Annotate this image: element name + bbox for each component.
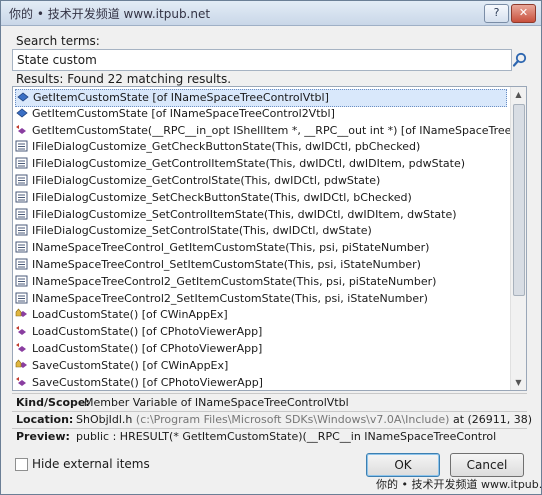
macro-icon xyxy=(15,224,29,236)
result-row[interactable]: LoadCustomState() [of CPhotoViewerApp] xyxy=(15,324,505,340)
kind-value: Member Variable of INameSpaceTreeControl… xyxy=(84,396,349,409)
result-label: IFileDialogCustomize_GetControlState(Thi… xyxy=(32,174,381,187)
protected-method-icon xyxy=(15,308,29,320)
result-row[interactable]: GetItemCustomState [of INameSpaceTreeCon… xyxy=(15,106,505,122)
method-icon xyxy=(15,342,29,354)
macro-icon xyxy=(15,241,29,253)
results-scrollbar[interactable]: ▲ ▼ xyxy=(510,87,526,390)
result-label: INameSpaceTreeControl_GetItemCustomState… xyxy=(32,241,430,255)
result-label: IFileDialogCustomize_SetControlItemState… xyxy=(32,207,457,221)
result-label: GetItemCustomState [of INameSpaceTreeCon… xyxy=(33,91,329,104)
result-label: INameSpaceTreeControl_SetItemCustomState… xyxy=(32,258,421,271)
result-label: IFileDialogCustomize_GetCheckButtonState… xyxy=(32,140,421,154)
location-path: (c:\Program Files\Microsoft SDKs\Windows… xyxy=(135,413,450,426)
result-label: SaveCustomState() [of CPhotoViewerApp] xyxy=(32,375,263,389)
find-symbol-dialog: 你的 • 技术开发频道 www.itpub.net ? ✕ Search ter… xyxy=(0,0,542,495)
result-row[interactable]: SaveCustomState() [of CWinAppEx] xyxy=(15,358,505,374)
macro-icon xyxy=(15,292,29,304)
hide-external-label[interactable]: Hide external items xyxy=(32,457,150,471)
result-row[interactable]: INameSpaceTreeControl_SetItemCustomState… xyxy=(15,257,505,273)
result-row[interactable]: LoadCustomState() [of CPhotoViewerApp] xyxy=(15,341,505,357)
result-row[interactable]: IFileDialogCustomize_SetControlState(Thi… xyxy=(15,223,505,239)
preview-label: Preview: xyxy=(16,430,70,443)
result-row[interactable]: IFileDialogCustomize_GetCheckButtonState… xyxy=(15,139,505,155)
scroll-up-arrow[interactable]: ▲ xyxy=(511,87,526,102)
result-label: IFileDialogCustomize_GetControlItemState… xyxy=(32,157,466,171)
title-watermark: 你的 • 技术开发频道 www.itpub.net xyxy=(9,7,211,21)
watermark-text: 你的 • 技术开发频道 www.itpub.net xyxy=(376,478,542,491)
cancel-button[interactable]: Cancel xyxy=(450,453,524,477)
macro-icon xyxy=(15,140,29,152)
location-label: Location: xyxy=(16,413,74,426)
result-label: IFileDialogCustomize_SetControlState(Thi… xyxy=(32,224,372,238)
macro-icon xyxy=(15,208,29,220)
method-icon xyxy=(15,124,29,136)
result-label: LoadCustomState() [of CWinAppEx] xyxy=(32,308,228,322)
result-row[interactable]: LoadCustomState() [of CWinAppEx] xyxy=(15,307,505,323)
scrollbar-thumb[interactable] xyxy=(513,104,525,296)
result-label: SaveCustomState() [of CWinAppEx] xyxy=(32,358,229,372)
hide-external-checkbox[interactable] xyxy=(15,458,28,471)
result-row[interactable]: IFileDialogCustomize_SetCheckButtonState… xyxy=(15,190,505,206)
result-label: GetItemCustomState [of INameSpaceTreeCon… xyxy=(32,106,335,120)
result-row[interactable]: IFileDialogCustomize_GetControlState(Thi… xyxy=(15,173,505,189)
macro-icon xyxy=(15,258,29,270)
scroll-down-arrow[interactable]: ▼ xyxy=(511,375,526,390)
result-row[interactable]: INameSpaceTreeControl2_SetItemCustomStat… xyxy=(15,291,505,307)
macro-icon xyxy=(15,157,29,169)
result-label: LoadCustomState() [of CPhotoViewerApp] xyxy=(32,325,263,339)
search-terms-label: Search terms: xyxy=(16,34,100,48)
result-label: INameSpaceTreeControl2_GetItemCustomStat… xyxy=(32,274,437,288)
macro-icon xyxy=(15,191,29,203)
results-list[interactable]: SaveCustomState() [of CPhotoViewerApp] Sa… xyxy=(12,86,527,391)
macro-icon xyxy=(15,174,29,186)
result-row[interactable]: SaveCustomState() [of CPhotoViewerApp] xyxy=(15,375,505,390)
result-row[interactable]: IFileDialogCustomize_GetControlItemState… xyxy=(15,156,505,172)
title-bar[interactable]: 你的 • 技术开发频道 www.itpub.net ? ✕ xyxy=(1,1,541,26)
details-panel: Kind/Scope: Member Variable of INameSpac… xyxy=(12,393,532,445)
result-label: INameSpaceTreeControl2_SetItemCustomStat… xyxy=(32,291,428,305)
result-row[interactable]: INameSpaceTreeControl_GetItemCustomState… xyxy=(15,240,505,256)
location-value: ShObjIdl.h (c:\Program Files\Microsoft S… xyxy=(76,412,532,428)
protected-method-icon xyxy=(15,359,29,371)
search-icon[interactable] xyxy=(511,51,529,69)
divider xyxy=(12,393,527,394)
results-summary: Results: Found 22 matching results. xyxy=(16,72,232,86)
field-icon xyxy=(15,107,29,119)
help-button[interactable]: ? xyxy=(484,4,509,23)
macro-icon xyxy=(15,275,29,287)
ok-button[interactable]: OK xyxy=(366,453,440,477)
kind-label: Kind/Scope: xyxy=(16,396,90,409)
result-row[interactable]: GetItemCustomState [of INameSpaceTreeCon… xyxy=(15,89,507,107)
preview-value: public : HRESULT(* GetItemCustomState)(_… xyxy=(76,430,497,443)
result-row[interactable]: GetItemCustomState(__RPC__in_opt IShellI… xyxy=(15,123,526,139)
location-position: at (26911, 38) xyxy=(452,413,533,426)
close-button[interactable]: ✕ xyxy=(511,4,536,23)
result-label: IFileDialogCustomize_SetCheckButtonState… xyxy=(32,190,412,204)
field-icon xyxy=(16,91,30,103)
location-file: ShObjIdl.h xyxy=(76,413,133,426)
result-label: LoadCustomState() [of CPhotoViewerApp] xyxy=(32,342,263,355)
result-row[interactable]: IFileDialogCustomize_SetControlItemState… xyxy=(15,207,505,223)
method-icon xyxy=(15,376,29,388)
method-icon xyxy=(15,325,29,337)
result-label: GetItemCustomState(__RPC__in_opt IShellI… xyxy=(32,123,527,137)
result-row[interactable]: INameSpaceTreeControl2_GetItemCustomStat… xyxy=(15,274,505,290)
search-input[interactable] xyxy=(12,49,512,71)
